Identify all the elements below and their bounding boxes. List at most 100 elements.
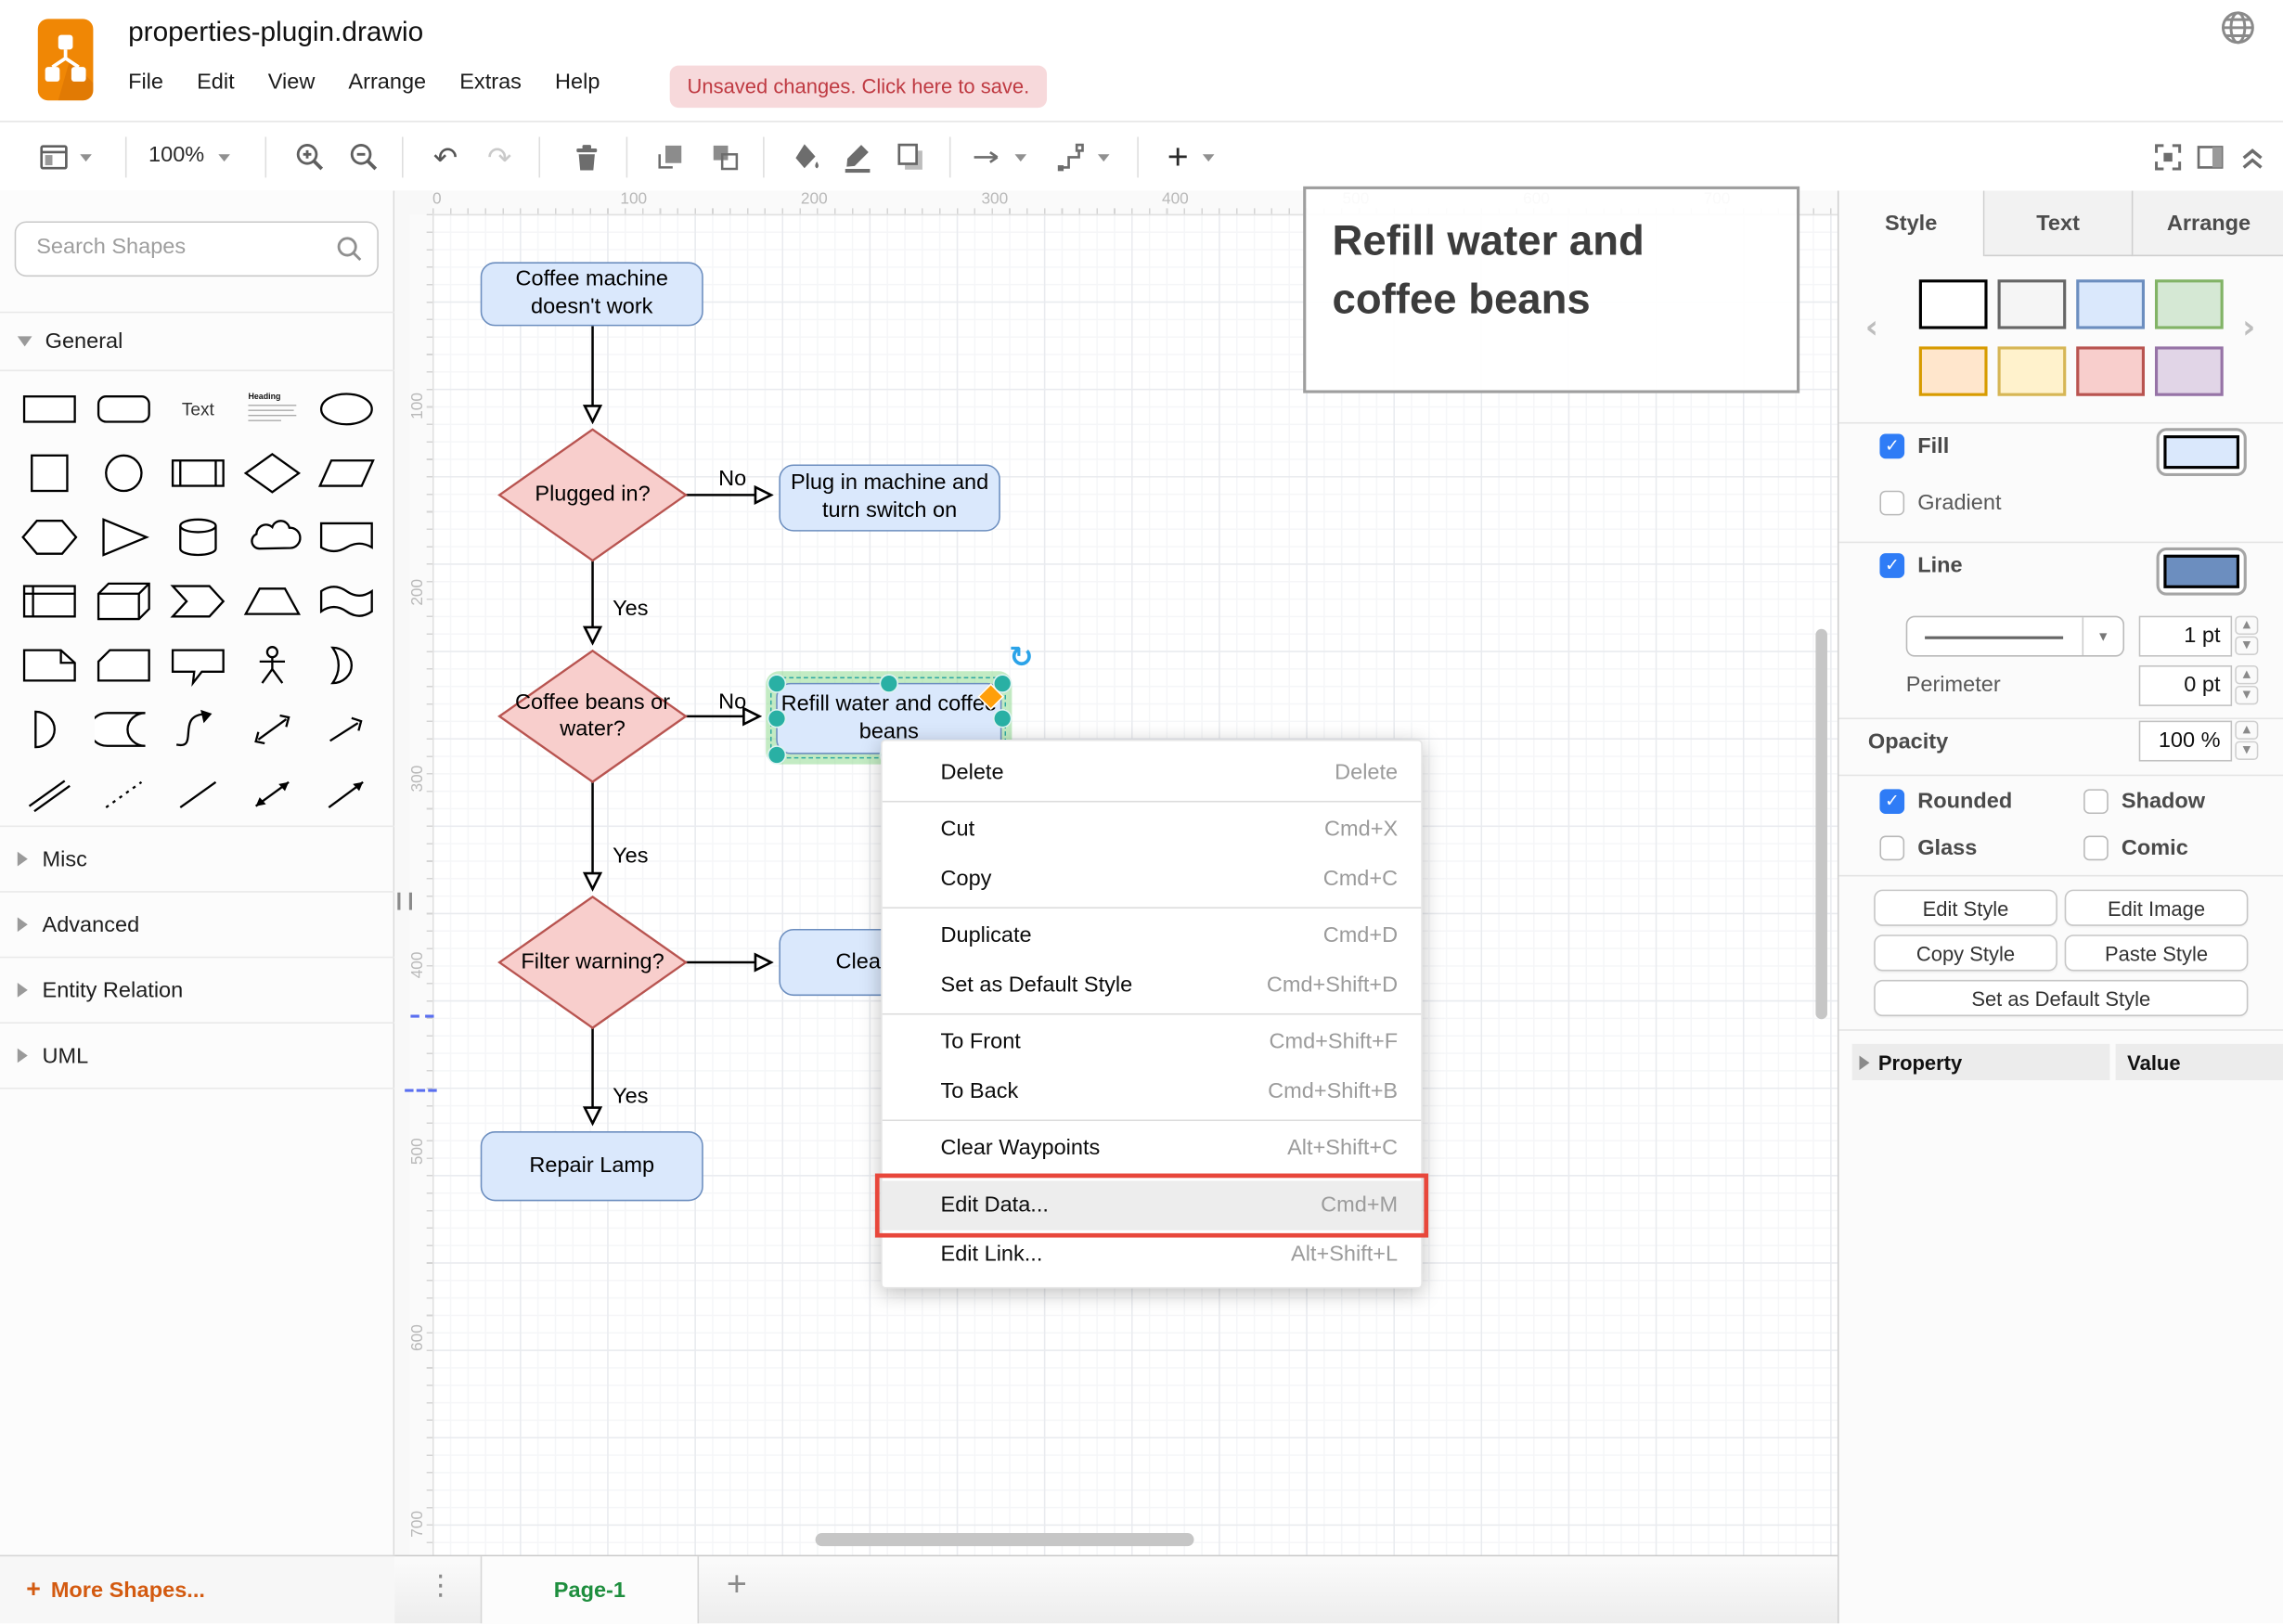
shape-rectangle[interactable] (12, 377, 86, 441)
shape-line[interactable] (161, 762, 235, 826)
flow-node-repair-lamp[interactable]: Repair Lamp (481, 1131, 703, 1201)
flow-node-start[interactable]: Coffee machine doesn't work (481, 262, 703, 326)
shape-triangle[interactable] (86, 505, 161, 569)
opacity-stepper[interactable]: ▲▼ (2235, 721, 2258, 762)
context-menu-item-edit-data[interactable]: Edit Data...Cmd+M (883, 1180, 1421, 1230)
property-header[interactable]: Property (1852, 1044, 2110, 1080)
shape-parallelogram[interactable] (309, 441, 383, 505)
connection-caret-icon[interactable] (1015, 154, 1027, 161)
to-front-button[interactable] (651, 138, 689, 176)
line-width-input[interactable]: 1 pt (2139, 616, 2232, 657)
resize-handle-e[interactable] (992, 709, 1011, 728)
shape-step[interactable] (161, 569, 235, 633)
shape-circle[interactable] (86, 441, 161, 505)
fill-color-button[interactable] (786, 138, 824, 176)
connection-style-button[interactable] (970, 138, 1008, 176)
line-color-swatch[interactable] (2157, 548, 2247, 596)
sidebar-section-general[interactable]: General (0, 312, 394, 371)
context-menu-item-to-front[interactable]: To FrontCmd+Shift+F (883, 1018, 1421, 1067)
style-swatch-4[interactable] (1919, 346, 1988, 395)
glass-checkbox[interactable] (1879, 836, 1904, 861)
edge-label-yes-1[interactable]: Yes (613, 596, 648, 621)
style-swatch-2[interactable] (2076, 279, 2145, 329)
copy-style-button[interactable]: Copy Style (1874, 934, 2057, 971)
resize-handle-sw[interactable] (767, 744, 785, 763)
line-style-dropdown[interactable]: ▼ (1906, 616, 2124, 657)
shape-tape[interactable] (309, 569, 383, 633)
shape-or[interactable] (309, 633, 383, 697)
zoom-caret-icon[interactable] (218, 154, 230, 161)
menu-view[interactable]: View (268, 70, 316, 95)
flow-node-plug-in-machine[interactable]: Plug in machine and turn switch on (779, 464, 1000, 531)
style-swatch-3[interactable] (2155, 279, 2224, 329)
resize-handle-w[interactable] (767, 709, 785, 728)
zoom-out-button[interactable] (345, 138, 383, 176)
shape-callout[interactable] (161, 633, 235, 697)
resize-handle-n[interactable] (880, 674, 898, 692)
more-shapes-bar[interactable]: + More Shapes... (0, 1555, 394, 1624)
shape-and[interactable] (12, 698, 86, 762)
unsaved-changes-notice[interactable]: Unsaved changes. Click here to save. (670, 66, 1047, 108)
language-globe-icon[interactable] (2219, 8, 2257, 46)
sidebar-section-misc[interactable]: Misc (0, 826, 394, 892)
shape-document[interactable] (309, 505, 383, 569)
shape-hexagon[interactable] (12, 505, 86, 569)
insert-caret-icon[interactable] (1203, 154, 1215, 161)
context-menu-item-delete[interactable]: DeleteDelete (883, 748, 1421, 797)
tab-style[interactable]: Style (1839, 191, 1985, 257)
shape-link[interactable] (12, 762, 86, 826)
shape-ellipse[interactable] (309, 377, 383, 441)
menu-file[interactable]: File (128, 70, 163, 95)
style-swatch-7[interactable] (2155, 346, 2224, 395)
set-default-style-button[interactable]: Set as Default Style (1874, 980, 2248, 1016)
menu-extras[interactable]: Extras (459, 70, 522, 95)
collapse-toolbar-button[interactable] (2234, 138, 2272, 176)
shape-dotted-line[interactable] (86, 762, 161, 826)
shape-curve[interactable] (161, 698, 235, 762)
shape-directional-connector[interactable] (309, 762, 383, 826)
vertical-scrollbar[interactable] (1815, 629, 1827, 1019)
style-swatch-0[interactable] (1919, 279, 1988, 329)
shape-text[interactable]: Text (161, 377, 235, 441)
fill-color-swatch[interactable] (2157, 428, 2247, 476)
style-swatch-1[interactable] (1998, 279, 2067, 329)
menu-arrange[interactable]: Arrange (348, 70, 426, 95)
shape-card[interactable] (86, 633, 161, 697)
edge-label-no-2[interactable]: No (718, 690, 746, 715)
context-menu-item-clear-waypoints[interactable]: Clear WaypointsAlt+Shift+C (883, 1124, 1421, 1173)
zoom-level-select[interactable]: 100% (148, 143, 204, 168)
context-menu-item-copy[interactable]: CopyCmd+C (883, 855, 1421, 904)
waypoints-button[interactable] (1051, 138, 1090, 176)
shape-textbox[interactable]: Heading (235, 377, 309, 441)
sidebar-section-uml[interactable]: UML (0, 1022, 394, 1088)
shape-square[interactable] (12, 441, 86, 505)
context-menu-item-cut[interactable]: CutCmd+X (883, 806, 1421, 855)
redo-button[interactable]: ↷ (481, 138, 519, 176)
paste-style-button[interactable]: Paste Style (2065, 934, 2249, 971)
gradient-checkbox[interactable] (1879, 491, 1904, 516)
context-menu-item-duplicate[interactable]: DuplicateCmd+D (883, 911, 1421, 960)
perimeter-stepper[interactable]: ▲▼ (2235, 665, 2258, 706)
document-title[interactable]: properties-plugin.drawio (128, 18, 423, 50)
edit-style-button[interactable]: Edit Style (1874, 890, 2057, 926)
format-panel-toggle-button[interactable] (2191, 138, 2229, 176)
perimeter-input[interactable]: 0 pt (2139, 665, 2232, 706)
view-layout-button[interactable] (35, 138, 73, 176)
sidebar-section-entity-relation[interactable]: Entity Relation (0, 957, 394, 1023)
line-width-stepper[interactable]: ▲▼ (2235, 616, 2258, 657)
rounded-checkbox[interactable] (1879, 789, 1904, 814)
to-back-button[interactable] (706, 138, 744, 176)
menu-edit[interactable]: Edit (197, 70, 235, 95)
shape-diamond[interactable] (235, 441, 309, 505)
shadow-button[interactable] (891, 138, 929, 176)
context-menu-item-to-back[interactable]: To BackCmd+Shift+B (883, 1067, 1421, 1116)
swatch-next-icon[interactable]: › (2242, 310, 2255, 346)
shape-cloud[interactable] (235, 505, 309, 569)
pages-menu-icon[interactable]: ⋮ (427, 1569, 455, 1602)
fullscreen-button[interactable] (2149, 138, 2187, 176)
shape-cylinder[interactable] (161, 505, 235, 569)
rotate-handle-icon[interactable]: ↻ (1009, 639, 1033, 675)
add-page-button[interactable]: + (727, 1566, 747, 1606)
style-swatch-5[interactable] (1998, 346, 2067, 395)
view-layout-caret-icon[interactable] (80, 154, 92, 161)
